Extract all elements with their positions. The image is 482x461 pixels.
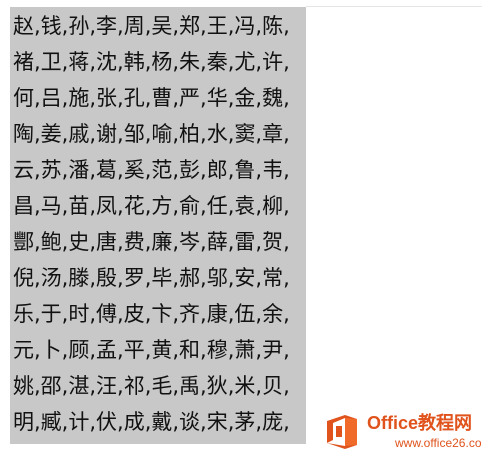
text-line-12[interactable]: 明,臧,计,伏,成,戴,谈,宋,茅,庞, <box>13 407 290 437</box>
text-line-3[interactable]: 何,吕,施,张,孔,曹,严,华,金,魏, <box>13 83 290 113</box>
text-line-6[interactable]: 昌,马,苗,凤,花,方,俞,任,袁,柳, <box>13 191 290 221</box>
watermark: Office教程网 www.office26.com <box>323 409 482 455</box>
text-line-9[interactable]: 乐,于,时,傅,皮,卞,齐,康,伍,余, <box>13 299 290 329</box>
text-line-2[interactable]: 褚,卫,蒋,沈,韩,杨,朱,秦,尤,许, <box>13 47 290 77</box>
text-line-1[interactable]: 赵,钱,孙,李,周,吴,郑,王,冯,陈, <box>13 11 290 41</box>
page-top-edge <box>306 6 482 7</box>
selected-text-block[interactable]: 赵,钱,孙,李,周,吴,郑,王,冯,陈, 褚,卫,蒋,沈,韩,杨,朱,秦,尤,许… <box>10 7 306 444</box>
text-line-8[interactable]: 倪,汤,滕,殷,罗,毕,郝,邬,安,常, <box>13 263 290 293</box>
text-line-11[interactable]: 姚,邵,湛,汪,祁,毛,禹,狄,米,贝, <box>13 371 290 401</box>
document-page: 赵,钱,孙,李,周,吴,郑,王,冯,陈, 褚,卫,蒋,沈,韩,杨,朱,秦,尤,许… <box>0 0 482 461</box>
text-line-7[interactable]: 酆,鲍,史,唐,费,廉,岑,薛,雷,贺, <box>13 227 290 257</box>
office-logo-icon <box>327 415 357 449</box>
text-line-10[interactable]: 元,卜,顾,孟,平,黄,和,穆,萧,尹, <box>13 335 290 365</box>
text-line-4[interactable]: 陶,姜,戚,谢,邹,喻,柏,水,窦,章, <box>13 119 290 149</box>
text-line-5[interactable]: 云,苏,潘,葛,奚,范,彭,郎,鲁,韦, <box>13 155 290 185</box>
watermark-url: www.office26.com <box>395 436 482 450</box>
watermark-title: Office教程网 <box>367 413 473 433</box>
